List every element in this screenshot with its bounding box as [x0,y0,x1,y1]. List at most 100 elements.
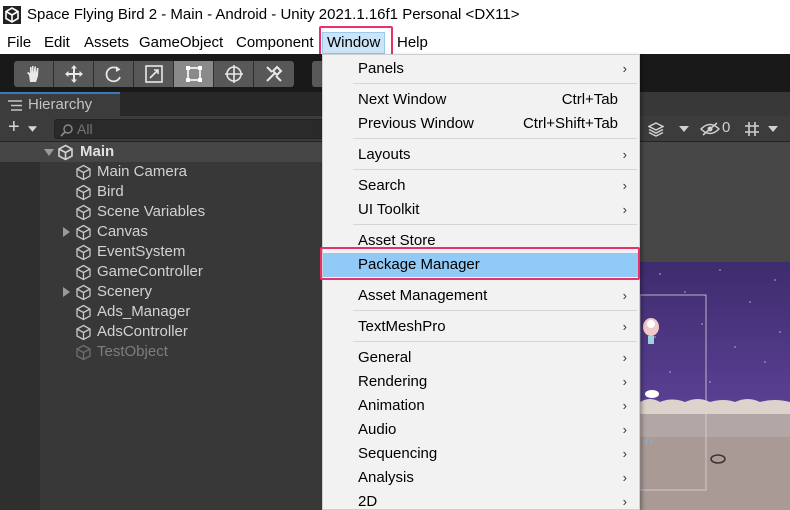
gameobject-icon [76,244,91,261]
menu-item-label: Sequencing [358,445,438,462]
chevron-right-icon: › [622,61,627,76]
unity-scene-icon [58,144,73,161]
menu-item-search[interactable]: Search › [323,174,639,198]
chevron-right-icon: › [622,288,627,303]
expand-arrow-icon[interactable] [61,287,71,297]
hand-tool-icon [26,66,38,82]
move-tool-icon [64,65,83,83]
hierarchy-item-label: Scene Variables [97,203,206,220]
hierarchy-item[interactable]: Ads_Manager [40,302,325,322]
menu-file[interactable]: File [7,33,31,53]
gameobject-icon [76,264,91,281]
menu-item-general[interactable]: General › [323,346,639,370]
pivot-toggle-button[interactable] [312,61,322,87]
hierarchy-tab-bar: Hierarchy [0,92,325,116]
chevron-right-icon: › [622,202,627,217]
hierarchy-search[interactable] [54,119,334,139]
chevron-down-icon[interactable] [768,126,778,132]
chevron-right-icon: › [622,470,627,485]
menu-item-sequencing[interactable]: Sequencing › [323,442,639,466]
menu-item-animation[interactable]: Animation › [323,394,639,418]
grid-icon[interactable] [744,121,760,137]
menu-item-asset-management[interactable]: Asset Management › [323,284,639,308]
hierarchy-item[interactable]: EventSystem [40,242,325,262]
chevron-right-icon: › [622,374,627,389]
hand-tool-button[interactable] [14,61,54,87]
menu-item-label: Asset Management [358,287,488,304]
menu-item-ui-toolkit[interactable]: UI Toolkit › [323,198,639,222]
game-scene-preview[interactable]: ‹› [640,262,790,510]
hierarchy-item-label: Ads_Manager [97,303,191,320]
menu-item-label: Next Window [358,91,447,108]
custom-tool-icon [266,65,283,82]
scene-row-main[interactable]: Main [0,142,325,162]
menu-item-analysis[interactable]: Analysis › [323,466,639,490]
hierarchy-item[interactable]: AdsController [40,322,325,342]
hierarchy-item[interactable]: Main Camera [40,162,325,182]
menu-item-label: TextMeshPro [358,318,446,335]
window-menu-annotation [319,26,393,57]
add-object-button[interactable]: + [6,116,42,139]
chevron-right-icon: › [622,398,627,413]
menu-bar: File Edit Assets GameObject Component Wi… [0,30,790,54]
menu-item-shortcut: Ctrl+Tab [561,91,618,108]
menu-item-next-window[interactable]: Next Window Ctrl+Tab [323,88,639,112]
gameobject-icon [76,284,91,301]
expand-arrow-icon[interactable] [61,227,71,237]
menu-edit[interactable]: Edit [44,33,70,53]
rotate-tool-icon [105,66,121,83]
menu-help[interactable]: Help [397,33,428,53]
rect-tool-button[interactable] [174,61,214,87]
hierarchy-item[interactable]: Bird [40,182,325,202]
menu-item-textmeshpro[interactable]: TextMeshPro › [323,315,639,339]
custom-tool-button[interactable] [254,61,294,87]
scene-name: Main [80,143,115,160]
title-bar: Space Flying Bird 2 - Main - Android - U… [0,0,790,30]
hierarchy-item-label: TestObject [97,343,168,360]
hierarchy-item[interactable]: Scenery [40,282,325,302]
menu-assets[interactable]: Assets [84,33,129,53]
list-icon [8,100,22,111]
tab-hierarchy[interactable]: Hierarchy [0,92,120,116]
hierarchy-item-label: Scenery [97,283,153,300]
chevron-right-icon: › [622,319,627,334]
scene-view-toolbar [640,116,790,142]
gameobject-icon [76,224,91,241]
transform-tool-icon [224,65,243,83]
chevron-right-icon: › [622,446,627,461]
rotate-tool-button[interactable] [94,61,134,87]
hierarchy-item[interactable]: GameController [40,262,325,282]
menu-item-label: Animation [358,397,425,414]
layers-icon[interactable] [648,121,664,137]
hierarchy-item[interactable]: Scene Variables [40,202,325,222]
menu-item-panels[interactable]: Panels › [323,57,639,81]
menu-item-label: 2D [358,493,378,510]
menu-item-previous-window[interactable]: Previous Window Ctrl+Shift+Tab [323,112,639,136]
chevron-right-icon: › [622,494,627,509]
menu-item-label: Panels [358,60,404,77]
hierarchy-item[interactable]: TestObject [40,342,325,362]
menu-component[interactable]: Component [236,33,314,53]
chevron-down-icon[interactable] [679,126,689,132]
menu-gameobject[interactable]: GameObject [139,33,223,53]
rect-tool-icon [185,66,202,82]
menu-item-audio[interactable]: Audio › [323,418,639,442]
hierarchy-tab-label: Hierarchy [28,96,93,113]
chevron-down-icon [28,126,37,132]
search-input[interactable] [77,121,327,137]
move-tool-button[interactable] [54,61,94,87]
menu-item-shortcut: Ctrl+Shift+Tab [522,115,618,132]
visibility-icon[interactable] [700,122,720,136]
unity-logo-icon [3,6,21,24]
scene-view-background [640,142,790,262]
menu-separator [353,310,637,311]
hierarchy-item[interactable]: Canvas [40,222,325,242]
transform-tool-button[interactable] [214,61,254,87]
menu-item-rendering[interactable]: Rendering › [323,370,639,394]
add-label: + [8,116,20,138]
menu-item-2d[interactable]: 2D › [323,490,639,510]
menu-item-layouts[interactable]: Layouts › [323,143,639,167]
menu-item-label: Search [358,177,406,194]
hierarchy-item-label: EventSystem [97,243,186,260]
scale-tool-button[interactable] [134,61,174,87]
